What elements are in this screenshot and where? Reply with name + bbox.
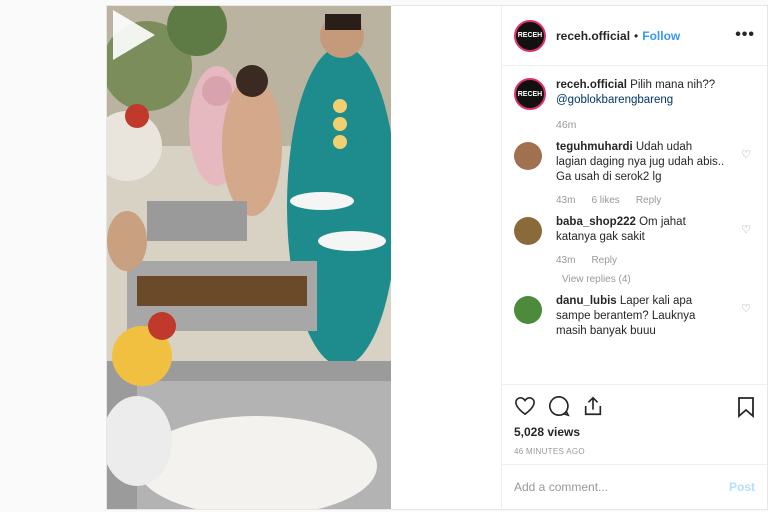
caption-avatar[interactable]: RECEH xyxy=(514,78,546,110)
video-frame xyxy=(107,6,391,509)
post-actions: 5,028 views 46 MINUTES AGO xyxy=(502,384,767,464)
caption-time: 46m xyxy=(556,119,577,131)
add-comment-bar: Add a comment... Post xyxy=(502,464,767,509)
comment-input[interactable]: Add a comment... xyxy=(514,480,608,494)
comment-text: danu_lubis Laper kali apa sampe berantem… xyxy=(556,294,726,339)
caption-text: receh.official Pilih mana nih?? @goblokb… xyxy=(556,78,715,110)
video-player[interactable] xyxy=(107,6,391,509)
post-header: RECEH receh.official • Follow ••• xyxy=(502,6,767,66)
heart-icon[interactable] xyxy=(514,396,536,416)
view-replies-link[interactable]: View replies (4) xyxy=(556,274,726,285)
reply-button[interactable]: Reply xyxy=(636,195,662,206)
comment-username[interactable]: baba_shop222 xyxy=(556,216,636,228)
caption-mention[interactable]: @goblokbarengbareng xyxy=(556,94,673,106)
comments-section[interactable]: RECEH receh.official Pilih mana nih?? @g… xyxy=(502,66,767,384)
avatar[interactable]: RECEH xyxy=(514,19,546,52)
comment-time: 43m xyxy=(556,195,576,206)
comment-username[interactable]: teguhmuhardi xyxy=(556,141,633,153)
more-options-icon[interactable]: ••• xyxy=(735,26,755,44)
heart-icon[interactable]: ♡ xyxy=(741,223,751,236)
comment-avatar[interactable] xyxy=(514,296,542,324)
comment-text: baba_shop222 Om jahat katanya gak sakit xyxy=(556,215,726,245)
view-count[interactable]: 5,028 views xyxy=(514,425,755,439)
comment-item: teguhmuhardi Udah udah lagian daging nya… xyxy=(514,140,753,206)
comment-avatar[interactable] xyxy=(514,142,542,170)
caption-avatar-text: RECEH xyxy=(517,90,543,98)
caption-username[interactable]: receh.official xyxy=(556,79,627,91)
post-panel: RECEH receh.official • Follow ••• RECEH … xyxy=(501,6,767,509)
comment-item: baba_shop222 Om jahat katanya gak sakit … xyxy=(514,215,753,285)
comment-avatar[interactable] xyxy=(514,217,542,245)
page: RECEH receh.official • Follow ••• RECEH … xyxy=(0,0,768,512)
caption: RECEH receh.official Pilih mana nih?? @g… xyxy=(514,78,753,110)
comment-text: teguhmuhardi Udah udah lagian daging nya… xyxy=(556,140,726,185)
comment-username[interactable]: danu_lubis xyxy=(556,295,617,307)
reply-button[interactable]: Reply xyxy=(591,255,617,266)
media-gap xyxy=(391,6,501,509)
comment-likes[interactable]: 6 likes xyxy=(591,195,619,206)
play-icon[interactable] xyxy=(107,6,159,64)
heart-icon[interactable]: ♡ xyxy=(741,148,751,161)
post-comment-button[interactable]: Post xyxy=(729,480,755,494)
comment-icon[interactable] xyxy=(548,395,570,417)
bookmark-icon[interactable] xyxy=(737,396,755,418)
heart-icon[interactable]: ♡ xyxy=(741,302,751,315)
username[interactable]: receh.official xyxy=(556,29,630,43)
share-icon[interactable] xyxy=(582,395,604,417)
separator-dot: • xyxy=(634,28,639,43)
post-timestamp: 46 MINUTES AGO xyxy=(514,447,585,456)
comment-time: 43m xyxy=(556,255,576,266)
comment-item: danu_lubis Laper kali apa sampe berantem… xyxy=(514,294,753,339)
caption-body: Pilih mana nih?? xyxy=(630,79,716,91)
post-card: RECEH receh.official • Follow ••• RECEH … xyxy=(106,5,768,510)
avatar-text: RECEH xyxy=(517,32,543,39)
follow-button[interactable]: Follow xyxy=(642,29,680,43)
